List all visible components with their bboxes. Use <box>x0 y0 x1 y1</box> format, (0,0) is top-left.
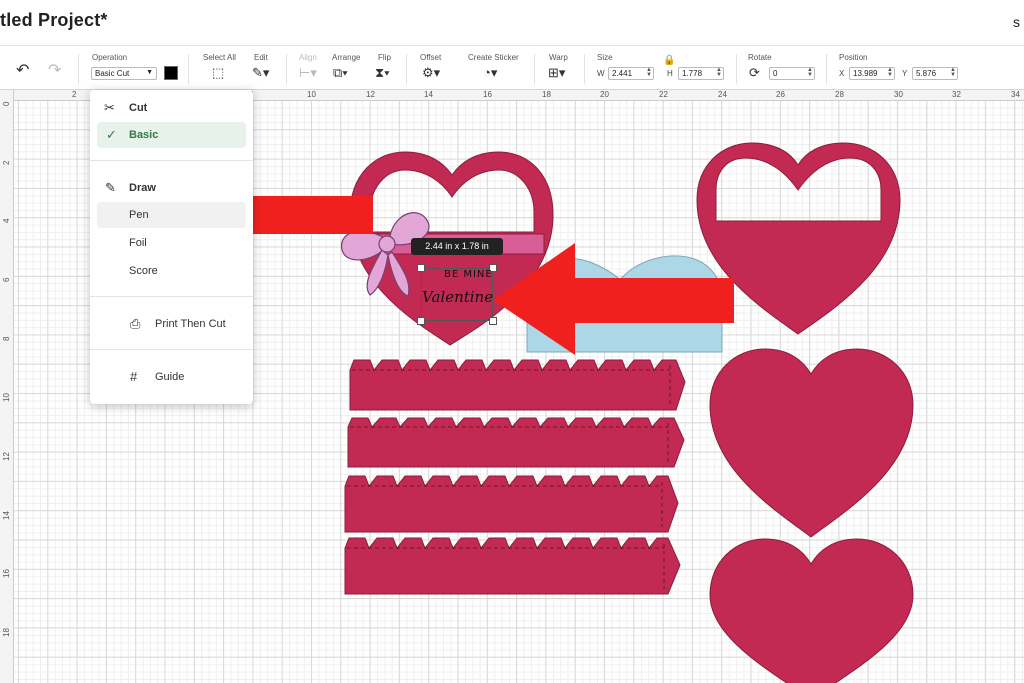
resize-handle[interactable] <box>417 317 425 325</box>
menu-item-print-then-cut[interactable]: ⎙ Print Then Cut <box>90 311 253 337</box>
right-middle-heart-shape[interactable] <box>709 348 914 538</box>
menu-item-pen-label: Pen <box>129 209 149 221</box>
menu-item-foil-label: Foil <box>129 237 147 249</box>
resize-handle[interactable] <box>417 264 425 272</box>
menu-item-score[interactable]: Score <box>90 258 253 284</box>
menu-item-foil[interactable]: Foil <box>90 230 253 256</box>
strip-1[interactable] <box>349 359 686 411</box>
menu-header-draw: ✎ Draw <box>90 175 253 201</box>
strip-2[interactable] <box>347 417 685 468</box>
resize-handle[interactable] <box>489 317 497 325</box>
right-bottom-heart-shape[interactable] <box>709 538 914 683</box>
menu-header-cut-label: Cut <box>129 102 148 114</box>
menu-item-guide-label: Guide <box>155 371 185 383</box>
printer-icon: ⎙ <box>130 316 141 331</box>
menu-header-draw-label: Draw <box>129 182 156 194</box>
size-tooltip: 2.44 in x 1.78 in <box>411 238 503 255</box>
strip-3[interactable] <box>344 475 679 533</box>
be-mine-text[interactable]: BE MINE <box>444 269 493 280</box>
guide-grid-icon: # <box>130 369 138 384</box>
menu-divider <box>90 160 253 161</box>
menu-item-print-then-cut-label: Print Then Cut <box>155 318 226 330</box>
operation-dropdown-menu: ✂ Cut ✓ Basic ✎ Draw Pen Foil Score ⎙ Pr… <box>90 90 253 404</box>
scissors-icon: ✂ <box>104 100 115 115</box>
strip-4[interactable] <box>344 537 681 595</box>
menu-header-cut: ✂ Cut <box>90 95 253 121</box>
menu-item-basic[interactable]: ✓ Basic <box>97 122 246 148</box>
menu-divider <box>90 349 253 350</box>
menu-divider <box>90 296 253 297</box>
basket-strips <box>344 359 686 595</box>
pen-icon: ✎ <box>105 180 116 195</box>
menu-item-basic-label: Basic <box>129 129 159 141</box>
menu-item-pen[interactable]: Pen <box>97 202 246 228</box>
valentine-text[interactable]: Valentine <box>422 288 493 306</box>
menu-item-score-label: Score <box>129 265 158 277</box>
checkmark-icon: ✓ <box>106 127 117 142</box>
menu-item-guide[interactable]: # Guide <box>90 364 253 390</box>
